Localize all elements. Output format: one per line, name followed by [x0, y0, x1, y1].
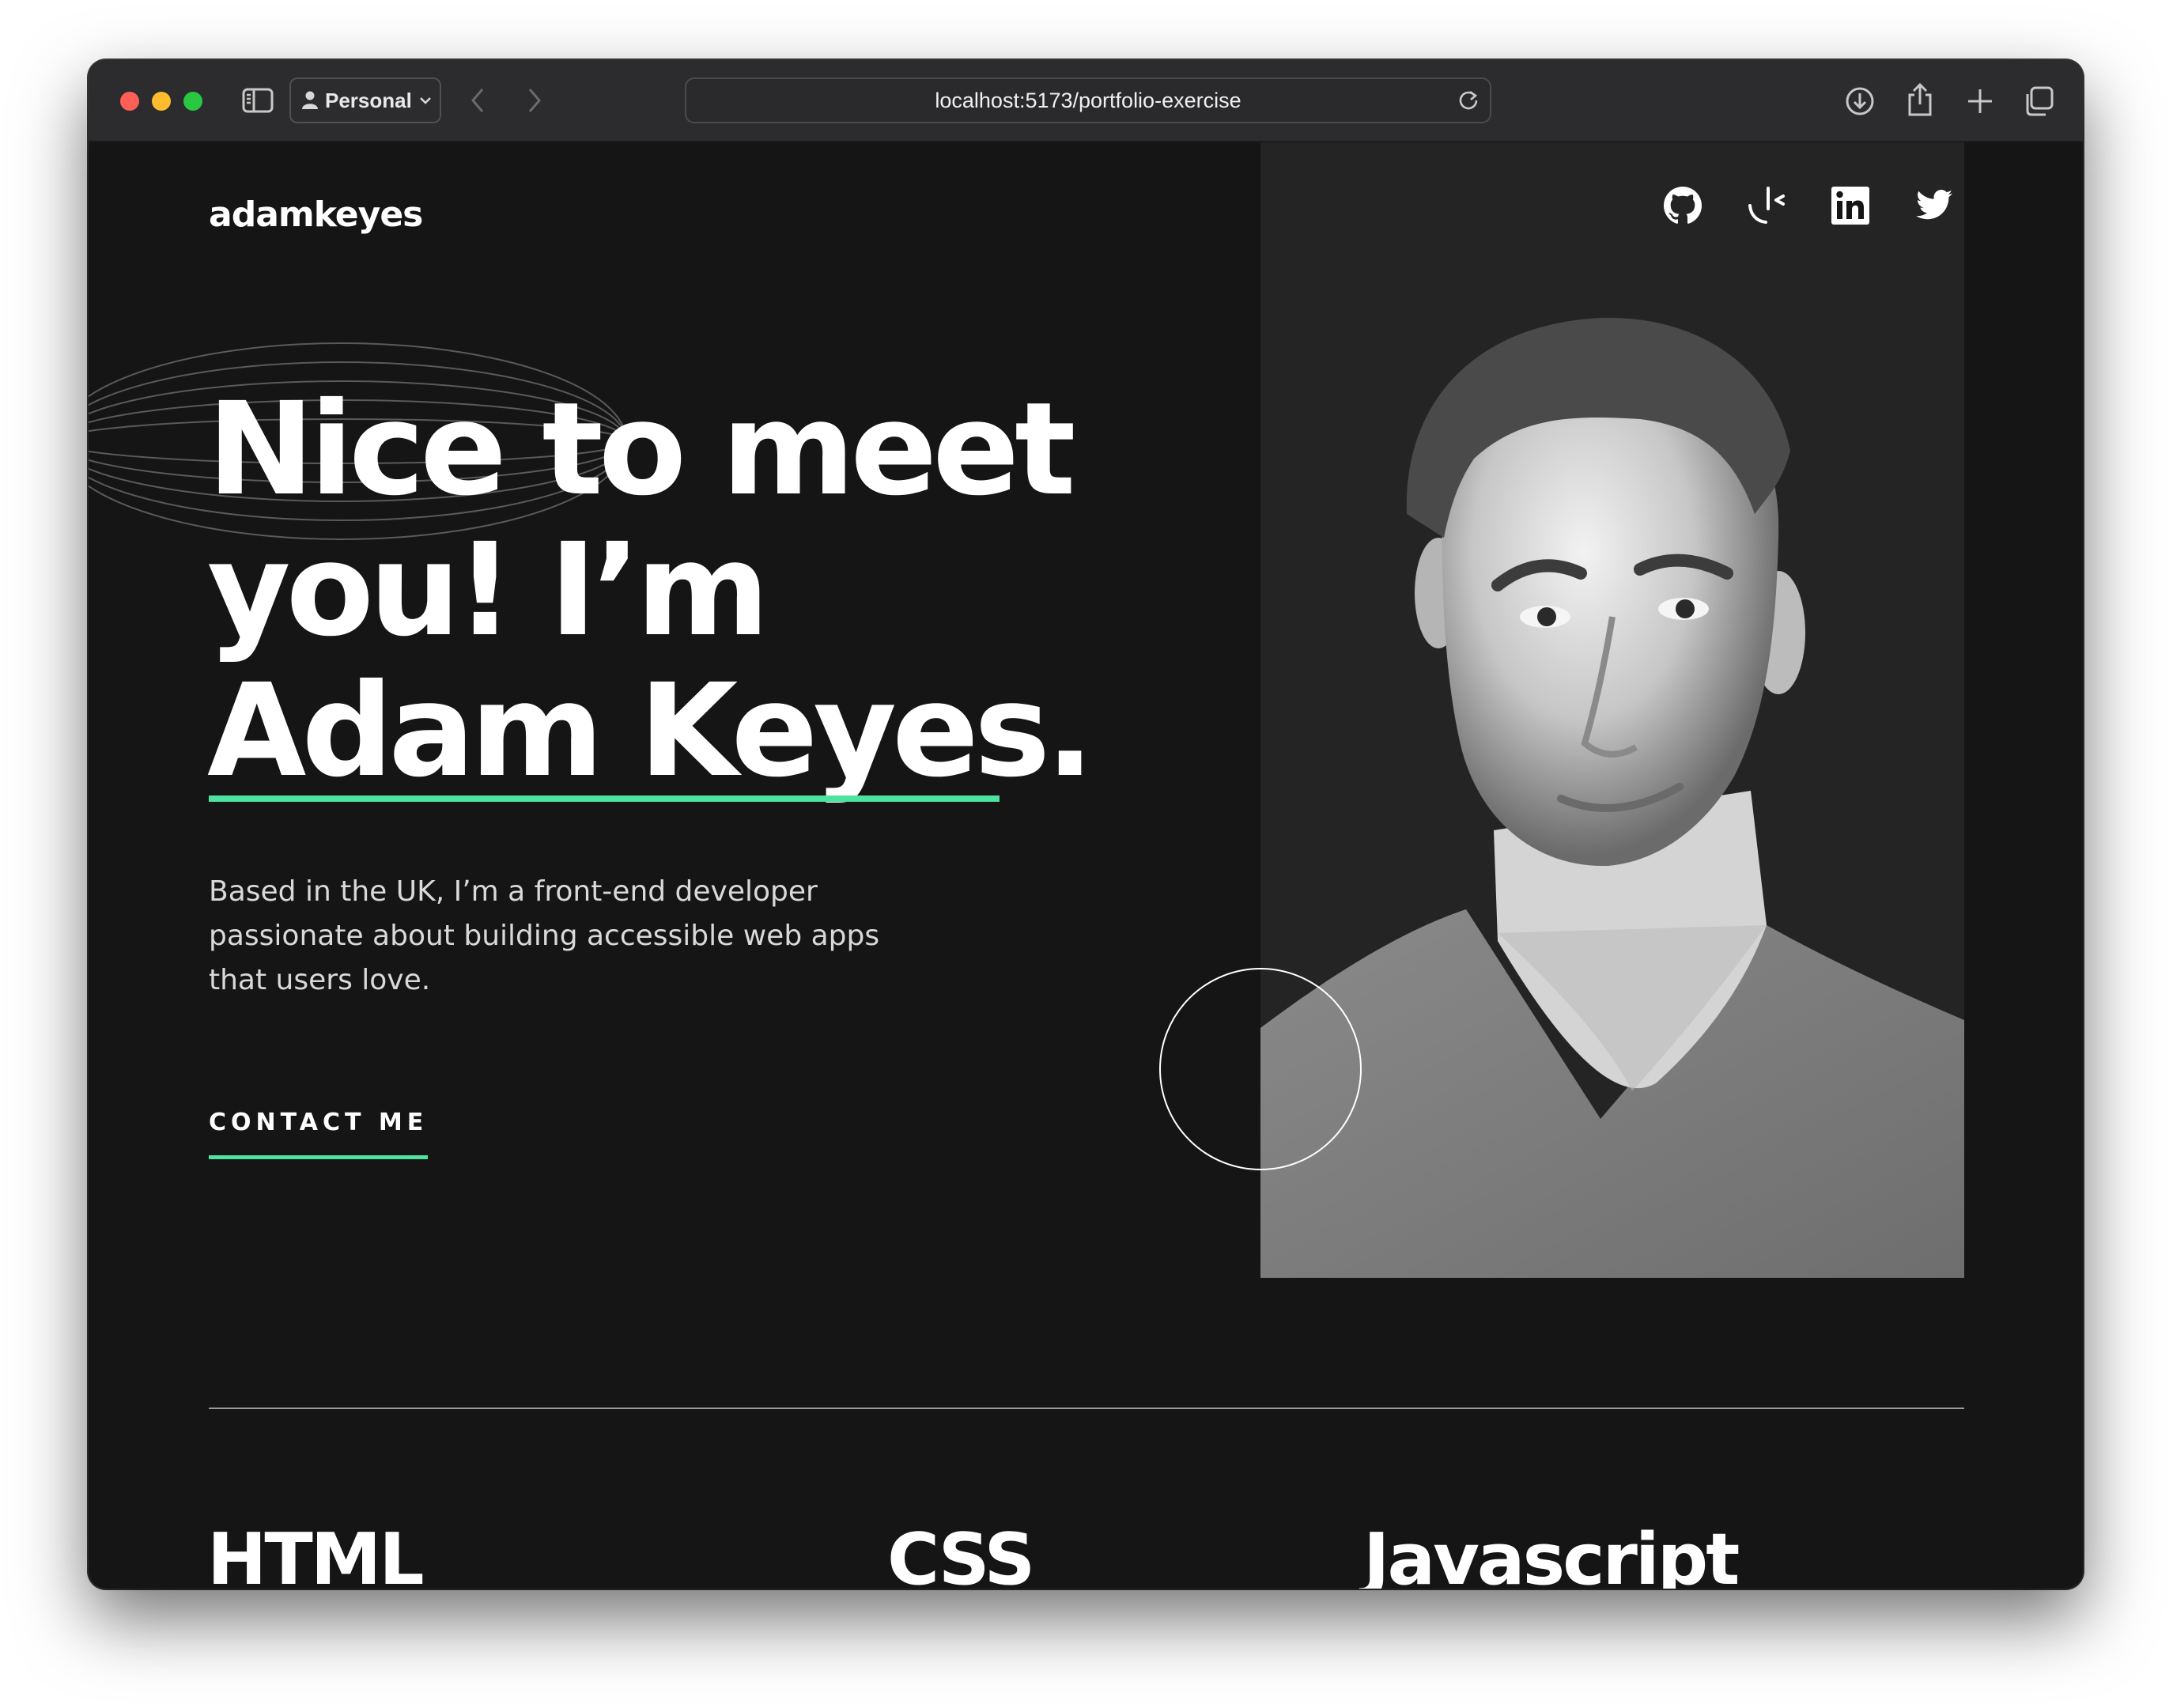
skill-title-html: HTML	[207, 1518, 425, 1589]
zoom-window-button[interactable]	[183, 92, 202, 111]
twitter-icon[interactable]	[1914, 185, 1955, 226]
plus-icon[interactable]	[1964, 85, 1996, 117]
intro-line: that users love.	[209, 964, 431, 996]
reload-icon[interactable]	[1457, 89, 1480, 112]
site-logo[interactable]: adamkeyes	[209, 195, 423, 235]
github-icon[interactable]	[1662, 185, 1703, 226]
chevron-left-icon	[471, 89, 484, 112]
portrait-photo	[1260, 317, 1964, 1278]
headline-line: you! I’m	[207, 516, 769, 665]
frontend-mentor-icon[interactable]	[1746, 185, 1787, 226]
person-icon	[302, 91, 318, 109]
section-divider	[209, 1408, 1964, 1409]
address-bar[interactable]: localhost:5173/portfolio-exercise	[685, 77, 1491, 123]
linkedin-icon[interactable]	[1830, 185, 1871, 226]
contact-me-link[interactable]: CONTACT ME	[209, 1109, 429, 1159]
intro-line: Based in the UK, I’m a front-end develop…	[209, 875, 818, 908]
chevron-right-icon	[528, 89, 541, 112]
skill-title-javascript: Javascript	[1363, 1518, 1740, 1589]
portfolio-page: adamkeyes Nice to meet you! I’m Adam Key…	[89, 142, 2083, 1589]
download-icon[interactable]	[1844, 85, 1876, 117]
back-button[interactable]	[465, 85, 490, 115]
portrait-panel	[1260, 142, 1964, 1278]
intro-line: passionate about building accessible web…	[209, 920, 880, 952]
hero-headline: Nice to meet you! I’m Adam Keyes.	[207, 380, 1156, 802]
minimize-window-button[interactable]	[152, 92, 171, 111]
forward-button[interactable]	[522, 85, 547, 115]
social-links	[1662, 185, 1955, 226]
url-text: localhost:5173/portfolio-exercise	[935, 88, 1241, 112]
skill-title-css: CSS	[887, 1518, 1035, 1589]
profile-label: Personal	[325, 88, 412, 112]
profile-button[interactable]: Personal	[289, 77, 441, 123]
close-window-button[interactable]	[120, 92, 139, 111]
tabs-icon[interactable]	[2023, 85, 2054, 117]
browser-window: Personal localhost:5173/portfolio-exerci…	[89, 60, 2083, 1589]
sidebar-icon[interactable]	[242, 87, 274, 114]
decorative-circle	[1159, 968, 1362, 1170]
headline-line: Nice to meet	[207, 376, 1076, 524]
share-icon[interactable]	[1904, 82, 1936, 117]
hero-intro: Based in the UK, I’m a front-end develop…	[209, 870, 920, 1003]
chevron-down-icon	[419, 97, 431, 104]
browser-toolbar: Personal localhost:5173/portfolio-exerci…	[89, 60, 2083, 142]
headline-line: Adam Keyes.	[207, 657, 1094, 806]
name-underline	[209, 795, 1000, 802]
